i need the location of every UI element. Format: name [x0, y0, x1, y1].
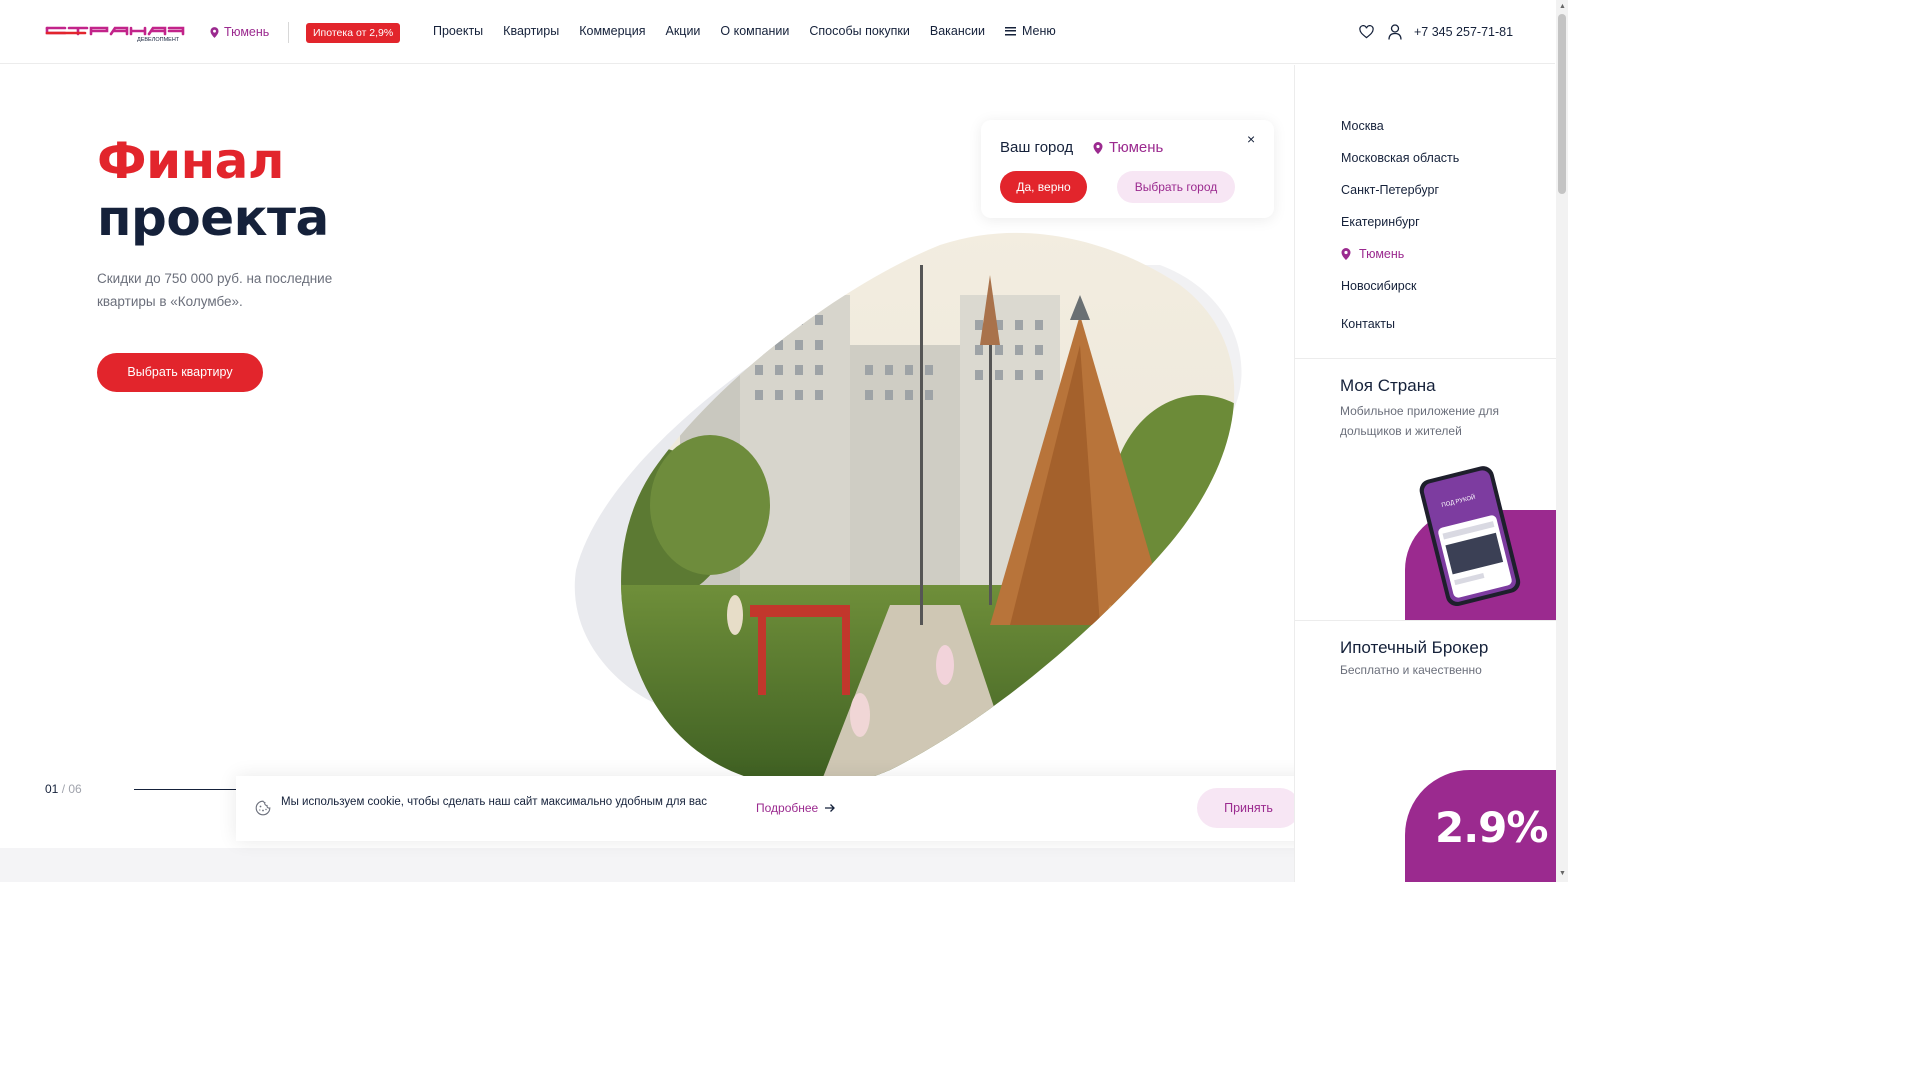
nav-promotions[interactable]: Акции	[665, 24, 700, 38]
choose-apartment-button[interactable]: Выбрать квартиру	[97, 353, 263, 392]
mortgage-rate: 2.9%	[1435, 803, 1548, 852]
hero-title-line1: Финал	[97, 132, 285, 190]
menu-button[interactable]: Меню	[1005, 24, 1056, 38]
cookie-more-link[interactable]: Подробнее	[756, 801, 836, 815]
broker-promo-subtitle: Бесплатно и качественно	[1340, 663, 1482, 677]
scroll-thumb[interactable]	[1558, 14, 1566, 194]
slide-counter: 01 / 06	[45, 782, 82, 796]
city-item-label: Московская область	[1341, 151, 1460, 165]
scroll-down-icon[interactable]: ▼	[1559, 870, 1566, 877]
city-list: Москва Московская область Санкт-Петербур…	[1341, 110, 1459, 340]
slide-separator: /	[58, 782, 69, 796]
burger-icon	[1005, 26, 1016, 36]
city-label: Тюмень	[224, 25, 270, 39]
bottom-band	[0, 848, 1294, 882]
menu-label: Меню	[1022, 24, 1056, 38]
slide-total: 06	[68, 782, 82, 796]
city-item-spb[interactable]: Санкт-Петербург	[1341, 174, 1459, 206]
mortgage-promo-badge[interactable]: Ипотека от 2,9%	[306, 23, 401, 43]
city-item-moscow-region[interactable]: Московская область	[1341, 142, 1459, 174]
logo[interactable]: ДЕВЕЛОПМЕНТ	[45, 22, 185, 42]
slide-progress	[134, 789, 244, 790]
city-item-tyumen[interactable]: Тюмень	[1341, 238, 1459, 270]
nav-vacancies[interactable]: Вакансии	[930, 24, 985, 38]
choose-city-button[interactable]: Выбрать город	[1117, 171, 1235, 203]
nav-apartments[interactable]: Квартиры	[503, 24, 559, 38]
city-confirm-popup: Ваш город Тюмень × Да, верно Выбрать гор…	[981, 120, 1274, 218]
cookie-accept-button[interactable]: Принять	[1197, 788, 1300, 828]
cookie-icon	[255, 800, 271, 816]
location-pin-icon	[210, 26, 219, 38]
broker-promo-title[interactable]: Ипотечный Брокер	[1340, 638, 1488, 658]
city-sidebar: Москва Московская область Санкт-Петербур…	[1294, 65, 1556, 882]
contacts-label: Контакты	[1341, 317, 1395, 331]
city-item-ekaterinburg[interactable]: Екатеринбург	[1341, 206, 1459, 238]
popup-your-city-label: Ваш город	[1000, 139, 1074, 156]
city-item-label: Новосибирск	[1341, 279, 1417, 293]
phone-number[interactable]: +7 345 257-71-81	[1414, 25, 1513, 39]
city-item-label: Тюмень	[1359, 247, 1405, 261]
city-item-label: Екатеринбург	[1341, 215, 1420, 229]
svg-text:ДЕВЕЛОПМЕНТ: ДЕВЕЛОПМЕНТ	[137, 37, 180, 42]
cookie-banner: Мы используем cookie, чтобы сделать наш …	[236, 776, 1321, 841]
location-pin-icon	[1093, 141, 1103, 154]
popup-city-name: Тюмень	[1109, 139, 1164, 156]
cookie-more-label: Подробнее	[756, 801, 819, 815]
nav-purchase-methods[interactable]: Способы покупки	[809, 24, 910, 38]
header-divider	[288, 22, 289, 43]
nav-about[interactable]: О компании	[720, 24, 789, 38]
close-icon[interactable]: ×	[1247, 131, 1255, 147]
city-item-novosibirsk[interactable]: Новосибирск	[1341, 270, 1459, 302]
arrow-right-icon	[825, 804, 836, 812]
heart-icon[interactable]	[1359, 25, 1374, 39]
header: ДЕВЕЛОПМЕНТ Тюмень Ипотека от 2,9% Проек…	[0, 0, 1555, 64]
cookie-text: Мы используем cookie, чтобы сделать наш …	[281, 796, 708, 808]
slide-current: 01	[45, 782, 59, 796]
confirm-city-button[interactable]: Да, верно	[1000, 171, 1087, 203]
city-item-label: Санкт-Петербург	[1341, 183, 1440, 197]
nav-projects[interactable]: Проекты	[433, 24, 483, 38]
hero-title-line2: проекта	[97, 189, 329, 247]
location-pin-icon	[1341, 248, 1351, 260]
sidebar-divider	[1295, 358, 1556, 359]
app-promo-title[interactable]: Моя Страна	[1340, 376, 1436, 396]
hero-title: Финал проекта	[97, 133, 329, 247]
hero-subtitle: Скидки до 750 000 руб. на последние квар…	[97, 271, 333, 309]
sidebar-divider	[1295, 620, 1556, 621]
scrollbar[interactable]: ▲ ▼	[1556, 0, 1568, 882]
contacts-link[interactable]: Контакты	[1341, 308, 1459, 340]
scroll-up-icon[interactable]: ▲	[1559, 3, 1566, 10]
user-icon[interactable]	[1388, 24, 1402, 40]
main-nav: Проекты Квартиры Коммерция Акции О компа…	[433, 24, 1056, 38]
city-selector[interactable]: Тюмень	[210, 25, 269, 39]
page: ДЕВЕЛОПМЕНТ Тюмень Ипотека от 2,9% Проек…	[0, 0, 1568, 882]
hero-image	[574, 232, 1242, 785]
nav-commercial[interactable]: Коммерция	[579, 24, 645, 38]
popup-city: Тюмень	[1093, 139, 1163, 156]
app-promo-subtitle: Мобильное приложение для дольщиков и жит…	[1340, 404, 1500, 438]
city-item-label: Москва	[1341, 119, 1384, 133]
city-item-moscow[interactable]: Москва	[1341, 110, 1459, 142]
phone-app-illustration: ПОД РУКОЙ	[1405, 466, 1556, 620]
